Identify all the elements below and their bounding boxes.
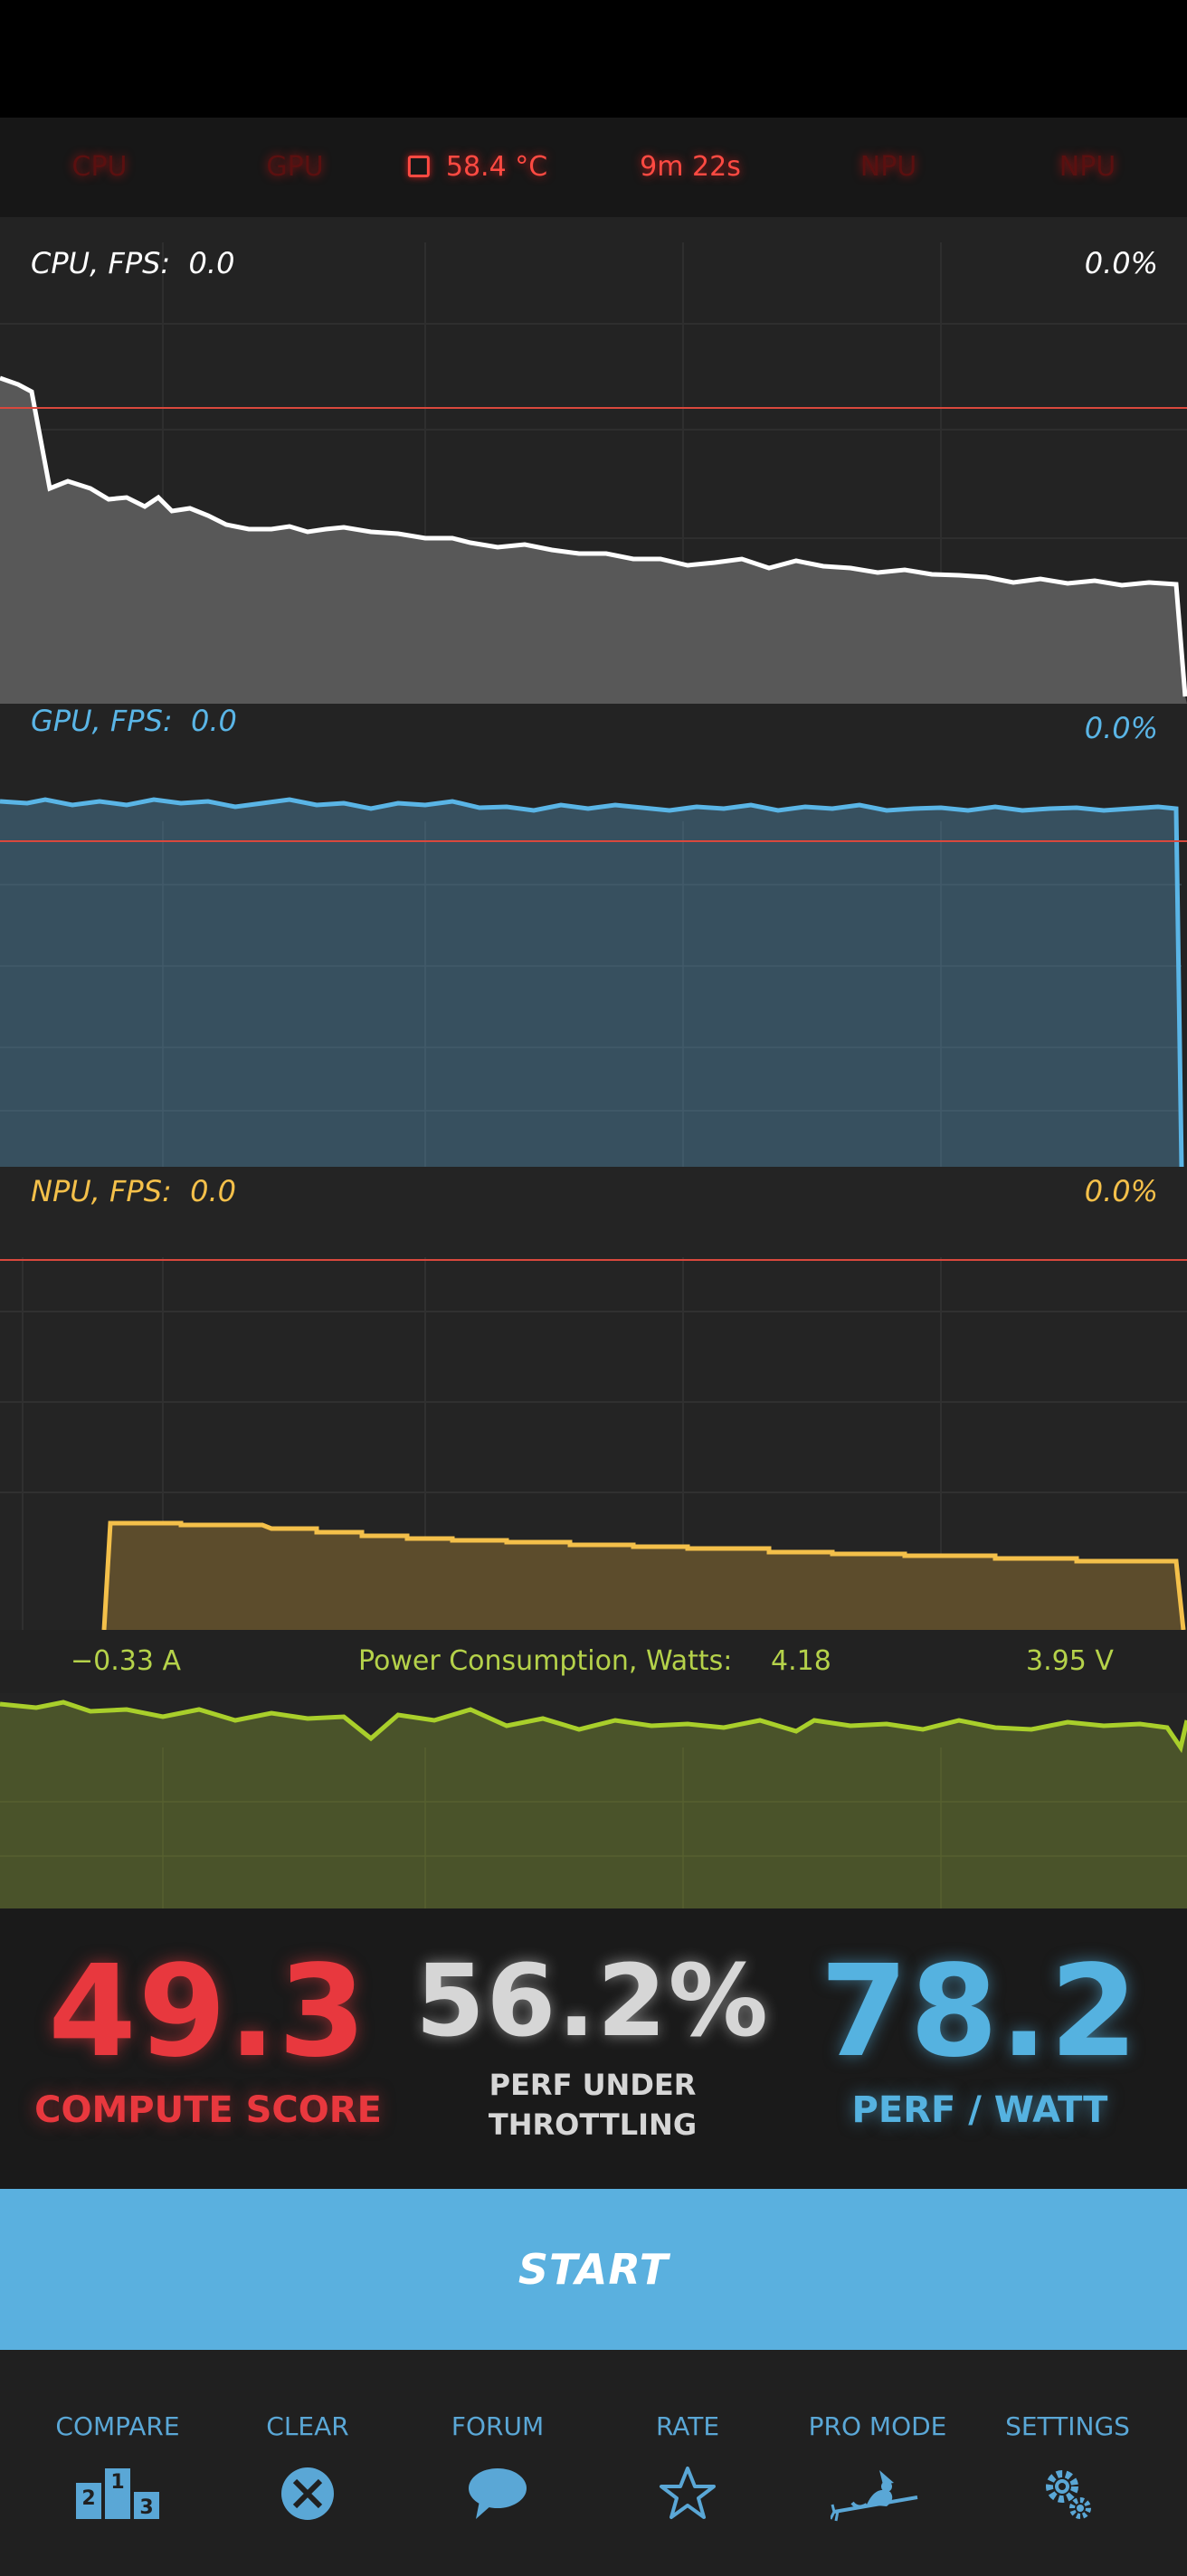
nav-forum[interactable]: FORUM xyxy=(407,2350,588,2576)
gpu-graph-svg xyxy=(0,797,1187,1167)
perf-watt-block: 78.2 PERF / WATT xyxy=(820,1908,1140,2132)
nav-settings[interactable]: SETTINGS xyxy=(977,2350,1158,2576)
nav-clear[interactable]: CLEAR xyxy=(217,2350,398,2576)
speech-bubble-icon xyxy=(469,2468,527,2519)
status-bar xyxy=(0,0,1187,118)
bottom-nav: COMPARE 2 1 3 CLEAR FORUM RATE PRO MODE xyxy=(0,2350,1187,2576)
nav-pro-mode-label: PRO MODE xyxy=(808,2411,947,2441)
nav-rate[interactable]: RATE xyxy=(597,2350,778,2576)
current-readout: −0.33 A xyxy=(71,1645,181,1677)
npu-graph: NPU, FPS: 0.0 0.0% xyxy=(0,1167,1187,1630)
elapsed-time: 9m 22s xyxy=(640,151,741,183)
cpu-fps-value: 0.0 xyxy=(188,246,235,280)
nav-settings-label: SETTINGS xyxy=(1005,2411,1130,2441)
gpu-fps-value: 0.0 xyxy=(191,704,237,738)
cpu-indicator: CPU xyxy=(71,151,128,183)
cpu-graph-label: CPU, FPS: 0.0 xyxy=(31,246,234,280)
npu-indicator-1: NPU xyxy=(859,151,917,183)
power-consumption-bar: −0.33 A Power Consumption, Watts: 4.18 3… xyxy=(0,1630,1187,1693)
temperature-value: 58.4 °C xyxy=(445,151,548,183)
svg-text:3: 3 xyxy=(139,2496,153,2519)
power-graph-svg xyxy=(0,1700,1187,1908)
gear-icon xyxy=(1046,2470,1091,2519)
throttling-label-line2: THROTTLING xyxy=(488,2107,698,2142)
svg-text:2: 2 xyxy=(81,2487,95,2510)
throttling-block: 56.2% PERF UNDER THROTTLING xyxy=(415,1908,770,2142)
gpu-indicator: GPU xyxy=(266,151,324,183)
cpu-graph-svg xyxy=(0,242,1187,704)
nav-rate-label: RATE xyxy=(655,2411,720,2441)
start-button[interactable]: START xyxy=(0,2189,1187,2350)
npu-fps-value: 0.0 xyxy=(190,1174,237,1208)
podium-icon: 2 1 3 xyxy=(76,2468,159,2519)
npu-indicator-2: NPU xyxy=(1059,151,1116,183)
nav-forum-label: FORUM xyxy=(451,2411,545,2441)
throttling-value: 56.2% xyxy=(415,1943,770,2059)
watts-value: 4.18 xyxy=(771,1645,831,1677)
compute-score-value: 49.3 xyxy=(48,1938,368,2086)
cpu-percent: 0.0% xyxy=(1084,246,1158,280)
chip-icon xyxy=(407,156,430,177)
gpu-graph-label: GPU, FPS: 0.0 xyxy=(31,704,237,738)
nav-pro-mode[interactable]: PRO MODE xyxy=(787,2350,968,2576)
score-panel: 49.3 COMPUTE SCORE 56.2% PERF UNDER THRO… xyxy=(0,1908,1187,2189)
throttling-label-line1: PERF UNDER xyxy=(489,2068,697,2102)
npu-graph-svg xyxy=(0,1257,1187,1630)
gpu-percent: 0.0% xyxy=(1084,711,1158,745)
perf-watt-value: 78.2 xyxy=(820,1938,1140,2086)
npu-graph-label: NPU, FPS: 0.0 xyxy=(31,1174,236,1208)
nav-compare-label: COMPARE xyxy=(55,2411,180,2441)
star-icon xyxy=(660,2467,716,2519)
gpu-fps-label: GPU, FPS: xyxy=(31,704,173,738)
svg-text:1: 1 xyxy=(110,2471,124,2494)
witch-icon xyxy=(831,2470,918,2522)
nav-compare[interactable]: COMPARE 2 1 3 xyxy=(27,2350,208,2576)
npu-fps-label: NPU, FPS: xyxy=(31,1174,172,1208)
clear-x-icon xyxy=(281,2467,334,2520)
power-label: Power Consumption, Watts: xyxy=(358,1645,733,1677)
nav-clear-label: CLEAR xyxy=(266,2411,349,2441)
gpu-graph: GPU, FPS: 0.0 0.0% xyxy=(0,704,1187,1167)
compute-score-label: COMPUTE SCORE xyxy=(34,2089,382,2131)
npu-percent: 0.0% xyxy=(1084,1174,1158,1208)
power-graph xyxy=(0,1693,1187,1908)
monitor-top-bar: CPU GPU 58.4 °C 9m 22s NPU NPU xyxy=(0,118,1187,219)
temperature-readout: 58.4 °C xyxy=(407,118,548,217)
perf-watt-label: PERF / WATT xyxy=(851,2089,1108,2131)
cpu-fps-label: CPU, FPS: xyxy=(31,246,171,280)
voltage-readout: 3.95 V xyxy=(1026,1645,1114,1677)
cpu-graph: CPU, FPS: 0.0 0.0% xyxy=(0,217,1187,704)
compute-score-block: 49.3 COMPUTE SCORE xyxy=(34,1908,382,2132)
